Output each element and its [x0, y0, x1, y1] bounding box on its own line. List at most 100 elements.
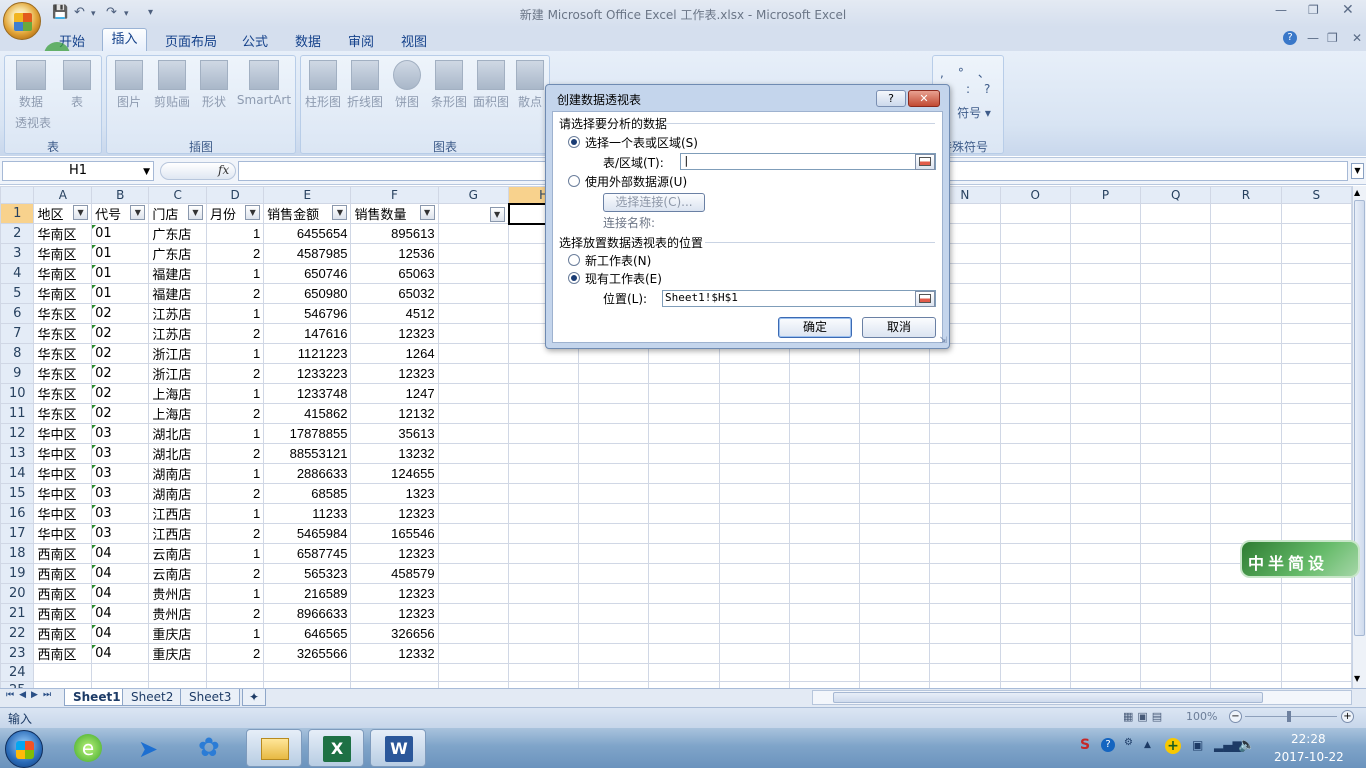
wb-restore-icon[interactable]: ❐ [1327, 31, 1338, 45]
cell[interactable] [929, 403, 1001, 424]
cell[interactable] [999, 283, 1071, 304]
cell[interactable] [788, 363, 860, 384]
cell[interactable] [437, 523, 510, 544]
cell[interactable] [1069, 203, 1142, 224]
filter-dropdown-icon[interactable]: ▼ [73, 205, 89, 220]
taskbar-word-button[interactable]: W [370, 729, 426, 767]
cell[interactable] [718, 563, 790, 584]
cell[interactable]: 03 [91, 483, 150, 504]
cell[interactable] [508, 603, 580, 624]
cell[interactable] [1069, 663, 1142, 682]
cell[interactable]: 1 [205, 223, 265, 244]
expand-formula-icon[interactable]: ▼ [1351, 163, 1364, 179]
cell[interactable]: 12323 [350, 363, 439, 384]
cell[interactable] [858, 603, 931, 624]
cell[interactable] [1210, 643, 1282, 664]
header-cell[interactable]: 销售金额 ▼ [263, 203, 352, 224]
help-icon[interactable]: ? [1283, 31, 1297, 45]
cell[interactable] [858, 583, 931, 604]
smartart-button[interactable]: SmartArt [234, 60, 294, 107]
symbol-punctuation-icon[interactable]: ,°、 [940, 64, 1004, 81]
sheet-tab-3[interactable]: Sheet3 [180, 689, 241, 706]
cell[interactable] [999, 663, 1071, 682]
row-header[interactable]: 7 [0, 323, 35, 344]
cell[interactable] [578, 523, 650, 544]
cell[interactable]: 广东店 [148, 243, 207, 264]
row-header[interactable]: 22 [0, 623, 35, 644]
cell[interactable] [1069, 463, 1142, 484]
cell[interactable] [858, 403, 931, 424]
cell[interactable]: 1 [205, 303, 265, 324]
cell[interactable] [1140, 223, 1212, 244]
cell[interactable] [437, 583, 510, 604]
cell[interactable] [508, 543, 580, 564]
cell[interactable] [858, 463, 931, 484]
cell[interactable] [1140, 523, 1212, 544]
cell[interactable] [999, 423, 1071, 444]
cell[interactable] [648, 403, 720, 424]
cell[interactable]: 上海店 [148, 383, 207, 404]
cell[interactable] [508, 503, 580, 524]
cell[interactable]: 2 [205, 563, 265, 584]
cell[interactable]: 8966633 [263, 603, 352, 624]
cell[interactable] [508, 403, 580, 424]
column-header[interactable]: E [263, 186, 352, 204]
tray-app-icon[interactable]: + [1165, 738, 1181, 754]
cell[interactable] [508, 643, 580, 664]
column-header[interactable]: Q [1140, 186, 1212, 204]
cell[interactable] [1069, 283, 1142, 304]
horizontal-scroll-thumb[interactable] [833, 692, 1263, 703]
cell[interactable] [33, 663, 93, 682]
location-ref-button[interactable] [915, 291, 935, 307]
zoom-level[interactable]: 100% [1186, 710, 1217, 723]
cell[interactable] [999, 623, 1071, 644]
cell[interactable] [999, 403, 1071, 424]
row-header[interactable]: 12 [0, 423, 35, 444]
tab-formulas[interactable]: 公式 [242, 31, 268, 50]
scatter-chart-button[interactable]: 散点 [514, 60, 546, 110]
cell[interactable] [1210, 663, 1282, 682]
scroll-down-icon[interactable]: ▼ [1354, 674, 1360, 683]
tray-pin-icon[interactable]: ⚙ [1124, 737, 1133, 748]
cell[interactable]: 西南区 [33, 583, 93, 604]
cell[interactable] [1069, 383, 1142, 404]
cell[interactable] [1069, 563, 1142, 584]
location-input[interactable]: Sheet1!$H$1 [662, 290, 936, 307]
cell[interactable] [1140, 403, 1212, 424]
cell[interactable] [1069, 583, 1142, 604]
row-header[interactable]: 19 [0, 563, 35, 584]
cancel-button[interactable]: 取消 [862, 317, 936, 338]
resize-grip-icon[interactable]: ⇲ [939, 336, 947, 346]
cell[interactable]: 1 [205, 423, 265, 444]
cell[interactable] [1140, 583, 1212, 604]
cell[interactable]: 1 [205, 543, 265, 564]
save-icon[interactable]: 💾 [52, 5, 68, 20]
cell[interactable] [999, 223, 1071, 244]
filter-dropdown-icon[interactable]: ▼ [419, 205, 435, 220]
range-ref-button[interactable] [915, 154, 935, 170]
cell[interactable]: 04 [91, 643, 150, 664]
cell[interactable]: 1 [205, 263, 265, 284]
cell[interactable] [1210, 363, 1282, 384]
cell[interactable] [999, 263, 1071, 284]
cell[interactable]: 华南区 [33, 283, 93, 304]
cell[interactable]: 华东区 [33, 323, 93, 344]
sheet-tab-2[interactable]: Sheet2 [122, 689, 183, 706]
cell[interactable] [999, 523, 1071, 544]
cell[interactable] [999, 363, 1071, 384]
cell[interactable] [648, 523, 720, 544]
cell[interactable]: 华中区 [33, 523, 93, 544]
cell[interactable] [1280, 343, 1352, 364]
column-header[interactable]: B [91, 186, 150, 204]
column-header[interactable]: A [33, 186, 93, 204]
cell[interactable]: 12323 [350, 543, 439, 564]
cell[interactable] [1210, 383, 1282, 404]
cell[interactable]: 5465984 [263, 523, 352, 544]
cell[interactable] [858, 623, 931, 644]
row-header[interactable]: 4 [0, 263, 35, 284]
dialog-help-button[interactable]: ? [876, 90, 906, 107]
sheet-nav-icons[interactable]: ⏮◀▶⏭ [6, 690, 56, 700]
cell[interactable] [1140, 423, 1212, 444]
cell[interactable]: 湖南店 [148, 463, 207, 484]
header-cell[interactable]: 门店 ▼ [148, 203, 207, 224]
